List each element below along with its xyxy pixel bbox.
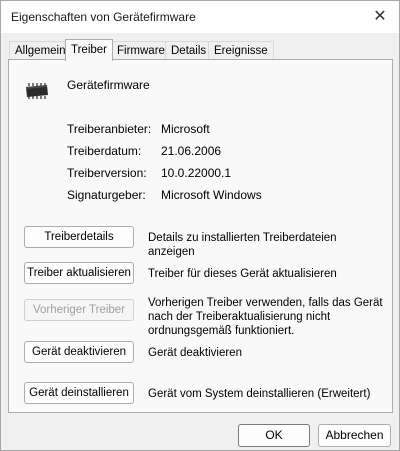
date-label: Treiberdatum: bbox=[67, 144, 142, 158]
uninstall-device-button[interactable]: Gerät deinstallieren bbox=[24, 382, 134, 404]
cancel-button[interactable]: Abbrechen bbox=[318, 424, 391, 447]
date-value: 21.06.2006 bbox=[161, 144, 222, 158]
window-title: Eigenschaften von Gerätefirmware bbox=[11, 10, 196, 24]
driver-details-button[interactable]: Treiberdetails bbox=[24, 226, 134, 248]
properties-dialog: Eigenschaften von Gerätefirmware ✕ Allge… bbox=[0, 0, 400, 451]
disable-device-button[interactable]: Gerät deaktivieren bbox=[24, 341, 134, 363]
title-bar: Eigenschaften von Gerätefirmware ✕ bbox=[1, 1, 399, 33]
tab-firmware[interactable]: Firmware bbox=[111, 41, 171, 60]
rollback-driver-description: Vorherigen Treiber verwenden, falls das … bbox=[148, 297, 383, 337]
close-icon[interactable]: ✕ bbox=[367, 5, 393, 29]
uninstall-device-description: Gerät vom System deinstallieren (Erweite… bbox=[148, 388, 371, 400]
tab-allgemein[interactable]: Allgemein bbox=[9, 41, 72, 60]
signer-value: Microsoft Windows bbox=[161, 188, 262, 202]
signer-label: Signaturgeber: bbox=[67, 188, 146, 202]
update-driver-button[interactable]: Treiber aktualisieren bbox=[24, 262, 134, 284]
ok-button[interactable]: OK bbox=[238, 424, 310, 447]
driver-tab-panel: Gerätefirmware Treiberanbieter: Microsof… bbox=[8, 59, 393, 413]
rollback-driver-button[interactable]: Vorheriger Treiber bbox=[24, 299, 134, 321]
tab-details[interactable]: Details bbox=[165, 41, 213, 60]
version-value: 10.0.22000.1 bbox=[161, 166, 232, 180]
disable-device-description: Gerät deaktivieren bbox=[148, 347, 242, 359]
driver-details-description: Details zu installierten Treiberdateien … bbox=[148, 232, 337, 258]
tab-ereignisse[interactable]: Ereignisse bbox=[208, 41, 274, 60]
update-driver-description: Treiber für dieses Gerät aktualisieren bbox=[148, 268, 337, 280]
chip-icon bbox=[26, 83, 48, 99]
tab-treiber[interactable]: Treiber bbox=[65, 39, 113, 61]
tab-strip: Allgemein Treiber Firmware Details Ereig… bbox=[9, 39, 393, 61]
device-name: Gerätefirmware bbox=[67, 78, 150, 92]
provider-label: Treiberanbieter: bbox=[67, 122, 152, 136]
provider-value: Microsoft bbox=[161, 122, 210, 136]
version-label: Treiberversion: bbox=[67, 166, 147, 180]
